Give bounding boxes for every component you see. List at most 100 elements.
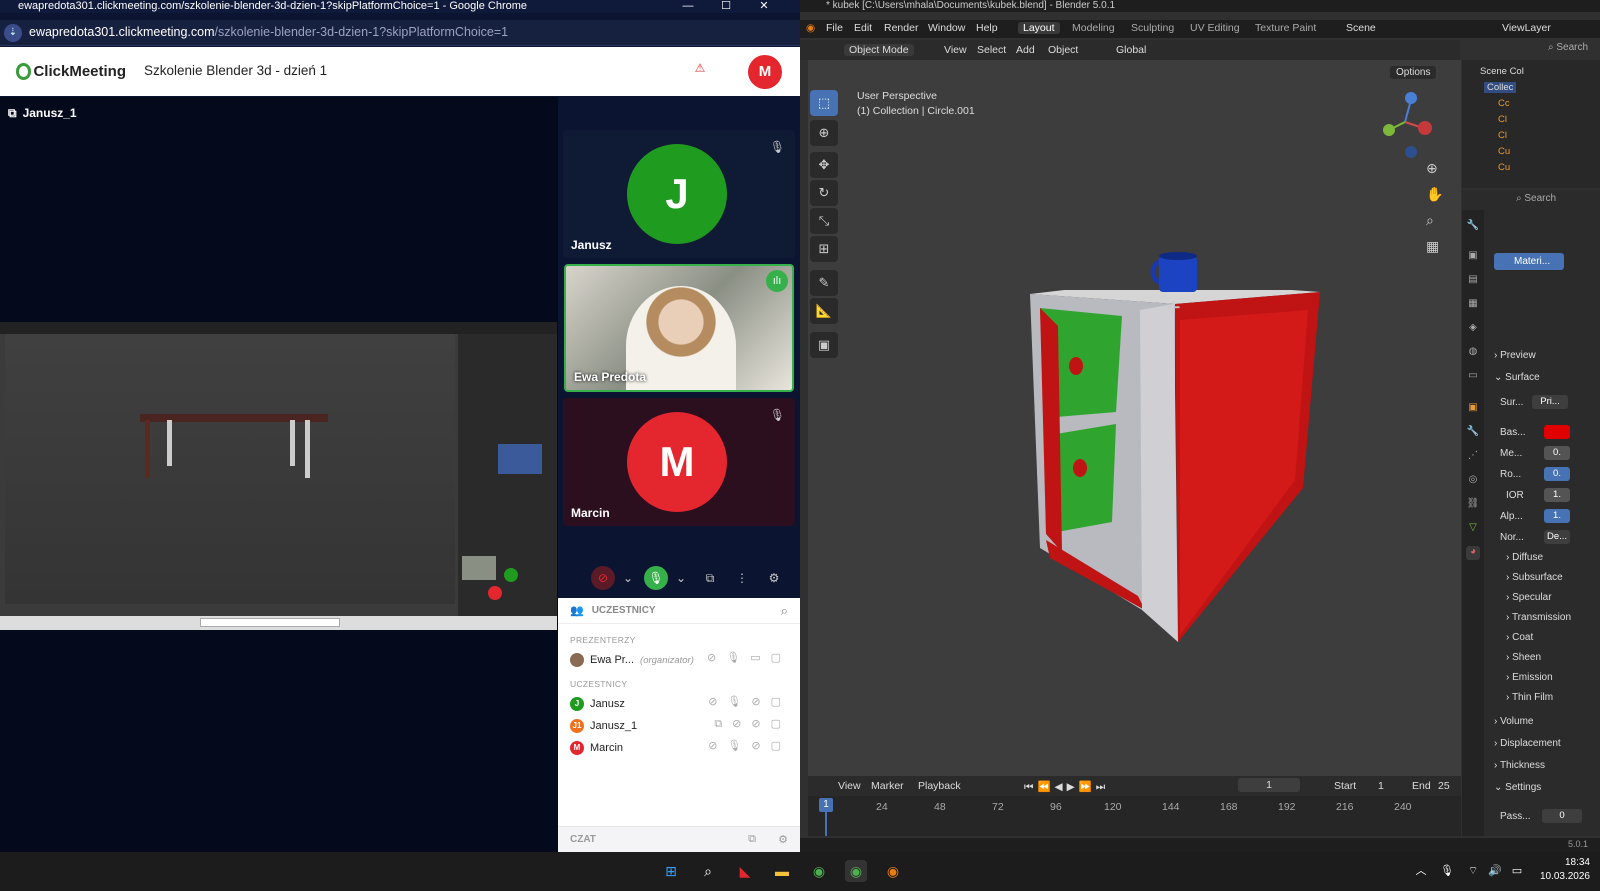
world-tab-icon[interactable]: ◍: [1466, 346, 1480, 360]
object-row[interactable]: Cl: [1498, 130, 1507, 141]
start-icon[interactable]: ⊞: [660, 860, 682, 882]
tab-modeling[interactable]: Modeling: [1072, 22, 1115, 34]
battery-icon[interactable]: ▭: [1506, 860, 1528, 882]
menu-select[interactable]: Select: [977, 44, 1006, 56]
physics-tab-icon[interactable]: ◎: [1466, 474, 1480, 488]
pan-icon[interactable]: ✋: [1426, 186, 1443, 203]
select-box-icon[interactable]: ⬚: [810, 90, 838, 116]
wifi-icon[interactable]: ⌔: [1462, 860, 1484, 882]
base-color-swatch[interactable]: [1544, 425, 1570, 439]
address-bar[interactable]: ⇣ ewapredota301.clickmeeting.com/szkolen…: [0, 20, 800, 46]
participant-tile-ewa[interactable]: Ewa Predota ılı: [564, 264, 794, 392]
subsection-sheen[interactable]: › Sheen: [1506, 652, 1541, 663]
scene-tab-icon[interactable]: ◈: [1466, 322, 1480, 336]
chrome-icon[interactable]: ◉: [808, 860, 830, 882]
timeline-marker[interactable]: Marker: [871, 780, 904, 792]
move-icon[interactable]: ✥: [810, 152, 838, 178]
chrome-active-icon[interactable]: ◉: [845, 860, 867, 882]
notification-icon[interactable]: ⚠: [690, 61, 710, 81]
volume-icon[interactable]: 🔊: [1484, 860, 1506, 882]
blender-icon[interactable]: ◉: [882, 860, 904, 882]
normal-field[interactable]: De...: [1544, 530, 1570, 544]
output-tab-icon[interactable]: ▤: [1466, 274, 1480, 288]
tab-uv-editing[interactable]: UV Editing: [1190, 22, 1240, 34]
current-frame-field[interactable]: 1: [1238, 778, 1300, 792]
grid-icon[interactable]: ▦: [1426, 238, 1439, 255]
material-slot[interactable]: Materi...: [1494, 253, 1564, 270]
menu-object[interactable]: Object: [1048, 44, 1078, 56]
surface-shader-field[interactable]: Pri...: [1532, 395, 1568, 409]
constraints-tab-icon[interactable]: ⛓: [1466, 498, 1480, 512]
properties-search[interactable]: ⌕ Search: [1516, 193, 1556, 204]
material-tab-icon[interactable]: ◕: [1466, 546, 1480, 560]
cursor-icon[interactable]: ⊕: [810, 120, 838, 146]
camera-off-button[interactable]: ⊘: [591, 566, 615, 590]
popout-icon[interactable]: ⧉: [748, 833, 756, 846]
roughness-field[interactable]: 0.: [1544, 467, 1570, 481]
options-dropdown[interactable]: Options: [1390, 66, 1437, 79]
app-icon[interactable]: ◣: [734, 860, 756, 882]
maximize-button[interactable]: ☐: [708, 0, 744, 13]
outliner[interactable]: ⌕ Search Scene Col Collec Cc Cl Cl Cu Cu: [1462, 42, 1600, 188]
more-options-button[interactable]: ⋮: [730, 566, 754, 590]
subsection-coat[interactable]: › Coat: [1506, 632, 1533, 643]
playback-controls[interactable]: ⏮⏪◀▶⏩⏭: [1024, 780, 1109, 794]
close-button[interactable]: ✕: [746, 0, 782, 13]
chevron-down-icon[interactable]: ⌄: [669, 566, 693, 590]
tab-sculpting[interactable]: Sculpting: [1131, 22, 1174, 34]
collection-row[interactable]: Collec: [1484, 82, 1517, 93]
object-row[interactable]: Cc: [1498, 98, 1510, 109]
chat-bar[interactable]: CZAT ⧉ ⚙: [558, 826, 800, 852]
user-avatar[interactable]: M: [748, 55, 782, 89]
participant-tile-janusz[interactable]: J Janusz 🎙: [563, 130, 795, 258]
alpha-field[interactable]: 1.: [1544, 509, 1570, 523]
object-row[interactable]: Cu: [1498, 162, 1510, 173]
mic-button[interactable]: 🎙: [644, 566, 668, 590]
section-preview[interactable]: › Preview: [1494, 350, 1536, 361]
participant-row[interactable]: J Janusz ⊘🎙⊘▢: [570, 695, 795, 713]
section-thickness[interactable]: › Thickness: [1494, 760, 1545, 771]
transform-icon[interactable]: ⊞: [810, 236, 838, 262]
rotate-icon[interactable]: ↻: [810, 180, 838, 206]
tab-layout[interactable]: Layout: [1018, 22, 1060, 34]
data-tab-icon[interactable]: ▽: [1466, 522, 1480, 536]
site-info-icon[interactable]: ⇣: [4, 24, 22, 42]
subsection-thin-film[interactable]: › Thin Film: [1506, 692, 1553, 703]
system-clock[interactable]: 18:34 10.03.2026: [1530, 856, 1590, 884]
timeline-playback[interactable]: Playback: [918, 780, 961, 792]
subsection-emission[interactable]: › Emission: [1506, 672, 1553, 683]
outliner-search[interactable]: ⌕ Search: [1548, 42, 1588, 53]
object-row[interactable]: Cu: [1498, 146, 1510, 157]
annotate-icon[interactable]: ✎: [810, 270, 838, 296]
search-icon[interactable]: ⌕: [781, 603, 788, 619]
subsection-transmission[interactable]: › Transmission: [1506, 612, 1571, 623]
participant-tile-marcin[interactable]: M Marcin 🎙: [563, 398, 795, 526]
measure-icon[interactable]: 📐: [810, 298, 838, 324]
menu-file[interactable]: File: [826, 22, 843, 34]
start-field[interactable]: 1: [1378, 780, 1384, 792]
menu-window[interactable]: Window: [928, 22, 965, 34]
particles-tab-icon[interactable]: ⋰: [1466, 450, 1480, 464]
pass-index-field[interactable]: 0: [1542, 809, 1582, 823]
menu-add[interactable]: Add: [1016, 44, 1035, 56]
settings-button[interactable]: ⚙: [762, 566, 786, 590]
collection-tab-icon[interactable]: ▭: [1466, 370, 1480, 384]
timeline-ruler[interactable]: 24 48 72 96 120 144 168 192 216 240: [808, 798, 1461, 814]
scene-selector[interactable]: Scene: [1346, 22, 1376, 34]
object-row[interactable]: Cl: [1498, 114, 1507, 125]
mode-selector[interactable]: Object Mode: [844, 44, 914, 56]
participant-row[interactable]: J1 Janusz_1 ⧉⊘⊘▢: [570, 717, 795, 735]
subsection-subsurface[interactable]: › Subsurface: [1506, 572, 1563, 583]
menu-render[interactable]: Render: [884, 22, 918, 34]
menu-help[interactable]: Help: [976, 22, 998, 34]
mic-tray-icon[interactable]: 🎙: [1436, 860, 1458, 882]
object-tab-icon[interactable]: ▣: [1466, 402, 1480, 416]
tab-texture-paint[interactable]: Texture Paint: [1255, 22, 1316, 34]
navigation-gizmo[interactable]: [1375, 90, 1439, 162]
share-screen-button[interactable]: ⧉: [698, 566, 722, 590]
menu-view[interactable]: View: [944, 44, 967, 56]
add-cube-icon[interactable]: ▣: [810, 332, 838, 358]
end-field[interactable]: 25: [1438, 780, 1450, 792]
subsection-diffuse[interactable]: › Diffuse: [1506, 552, 1543, 563]
zoom-icon[interactable]: ⊕: [1426, 160, 1438, 177]
